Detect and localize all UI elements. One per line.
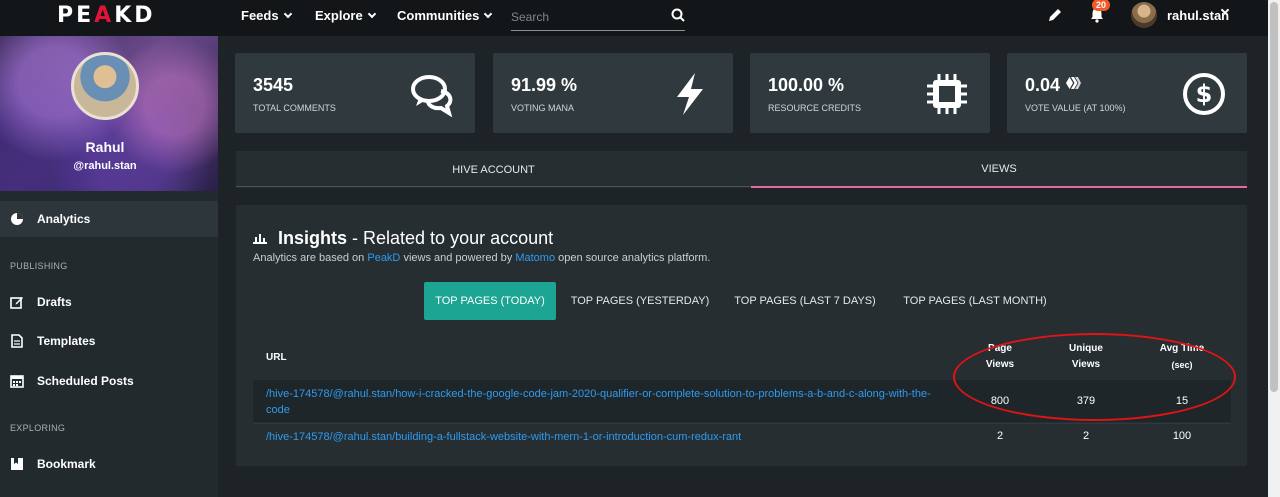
top-navbar: PEAKD Feeds Explore Communities 20 rahul…	[0, 0, 1268, 36]
tab-top-pages-last-7-days[interactable]: TOP PAGES (LAST 7 DAYS)	[730, 282, 880, 320]
stat-label: RESOURCE CREDITS	[768, 103, 862, 113]
tabs-divider	[236, 186, 751, 187]
page-views-value: 2	[996, 430, 1004, 442]
tab-hive-account[interactable]: HIVE ACCOUNT	[236, 151, 751, 188]
nav-feeds[interactable]: Feeds	[241, 8, 292, 23]
sidebar-section-publishing: PUBLISHING	[10, 261, 68, 271]
stat-label: VOTE VALUE (AT 100%)	[1025, 103, 1126, 113]
comments-icon	[411, 75, 453, 117]
column-header-url: URL	[266, 352, 287, 363]
page-url-link[interactable]: /hive-174578/@rahul.stan/building-a-full…	[266, 429, 946, 445]
sidebar-item-label: Templates	[37, 334, 96, 348]
stat-card-resource-credits: 100.00 % RESOURCE CREDITS	[750, 53, 990, 133]
insights-title: Insights - Related to your account	[278, 228, 554, 248]
tab-top-pages-last-month[interactable]: TOP PAGES (LAST MONTH)	[898, 282, 1052, 320]
sidebar-item-templates[interactable]: Templates	[0, 323, 218, 359]
sidebar-section-exploring: EXPLORING	[10, 423, 66, 433]
page-url-link[interactable]: /hive-174578/@rahul.stan/how-i-cracked-t…	[266, 386, 946, 418]
calendar-icon	[10, 375, 24, 388]
matomo-link[interactable]: Matomo	[515, 252, 555, 264]
avg-time-value: 100	[1172, 430, 1192, 442]
stat-value: 100.00 %	[768, 75, 845, 95]
stat-value: 0.04	[1025, 75, 1082, 96]
tab-views[interactable]: VIEWS	[751, 151, 1247, 188]
sidebar-item-label: Drafts	[37, 295, 72, 309]
nav-communities[interactable]: Communities	[397, 8, 493, 23]
tab-top-pages-today[interactable]: TOP PAGES (TODAY)	[424, 282, 556, 320]
nav-explore[interactable]: Explore	[315, 8, 376, 23]
unique-views-value: 2	[1082, 430, 1090, 442]
insights-description: Analytics are based on PeakD views and p…	[253, 252, 711, 264]
scrollbar-thumb[interactable]	[1270, 2, 1278, 392]
peakd-link[interactable]: PeakD	[367, 252, 400, 264]
search-icon[interactable]	[671, 8, 685, 22]
sidebar-item-drafts[interactable]: Drafts	[0, 284, 218, 320]
sidebar: Rahul @rahul.stan Analytics PUBLISHING D…	[0, 36, 218, 497]
profile-avatar[interactable]	[71, 52, 139, 120]
tab-top-pages-yesterday[interactable]: TOP PAGES (YESTERDAY)	[566, 282, 714, 320]
sidebar-item-scheduled-posts[interactable]: Scheduled Posts	[0, 363, 218, 399]
chevron-down-icon	[283, 9, 292, 18]
username-menu[interactable]: rahul.stan	[1167, 8, 1229, 23]
account-tabs: HIVE ACCOUNT VIEWS	[236, 151, 1247, 188]
sidebar-item-analytics[interactable]: Analytics	[0, 201, 218, 237]
table-row: /hive-174578/@rahul.stan/building-a-full…	[253, 423, 1231, 450]
bar-chart-icon	[253, 234, 267, 244]
search-input[interactable]	[511, 4, 685, 31]
profile-name[interactable]: Rahul	[0, 139, 210, 155]
chip-icon	[927, 74, 967, 114]
chevron-down-icon	[367, 9, 376, 18]
stat-card-voting-mana: 91.99 % VOTING MANA	[493, 53, 733, 133]
sidebar-item-label: Analytics	[37, 212, 91, 226]
stat-value: 91.99 %	[511, 75, 578, 95]
page-scrollbar[interactable]	[1268, 0, 1280, 497]
sidebar-item-label: Bookmark	[37, 457, 96, 471]
chevron-down-icon	[484, 9, 493, 18]
dollar-coin-icon: $	[1183, 73, 1225, 115]
profile-handle[interactable]: @rahul.stan	[0, 160, 210, 172]
user-avatar[interactable]	[1131, 2, 1157, 28]
stat-value: 3545	[253, 75, 294, 95]
svg-text:$: $	[1196, 80, 1213, 108]
bookmark-icon	[11, 458, 23, 470]
lightning-icon	[677, 73, 703, 115]
notification-badge: 20	[1092, 0, 1111, 11]
stat-label: TOTAL COMMENTS	[253, 103, 336, 113]
sidebar-item-label: Scheduled Posts	[37, 374, 134, 388]
stat-label: VOTING MANA	[511, 103, 575, 113]
document-icon	[11, 334, 23, 348]
stat-card-vote-value: 0.04 VOTE VALUE (AT 100%) $	[1007, 53, 1247, 133]
pie-chart-icon	[11, 213, 23, 225]
stat-card-comments: 3545 TOTAL COMMENTS	[235, 53, 475, 133]
annotation-ellipse	[953, 333, 1236, 421]
pencil-icon[interactable]	[1046, 6, 1064, 24]
hive-logo-icon	[1066, 77, 1082, 89]
edit-icon	[10, 297, 23, 309]
sidebar-item-bookmark[interactable]: Bookmark	[0, 446, 218, 482]
peakd-logo[interactable]: PEAKD	[57, 3, 156, 28]
